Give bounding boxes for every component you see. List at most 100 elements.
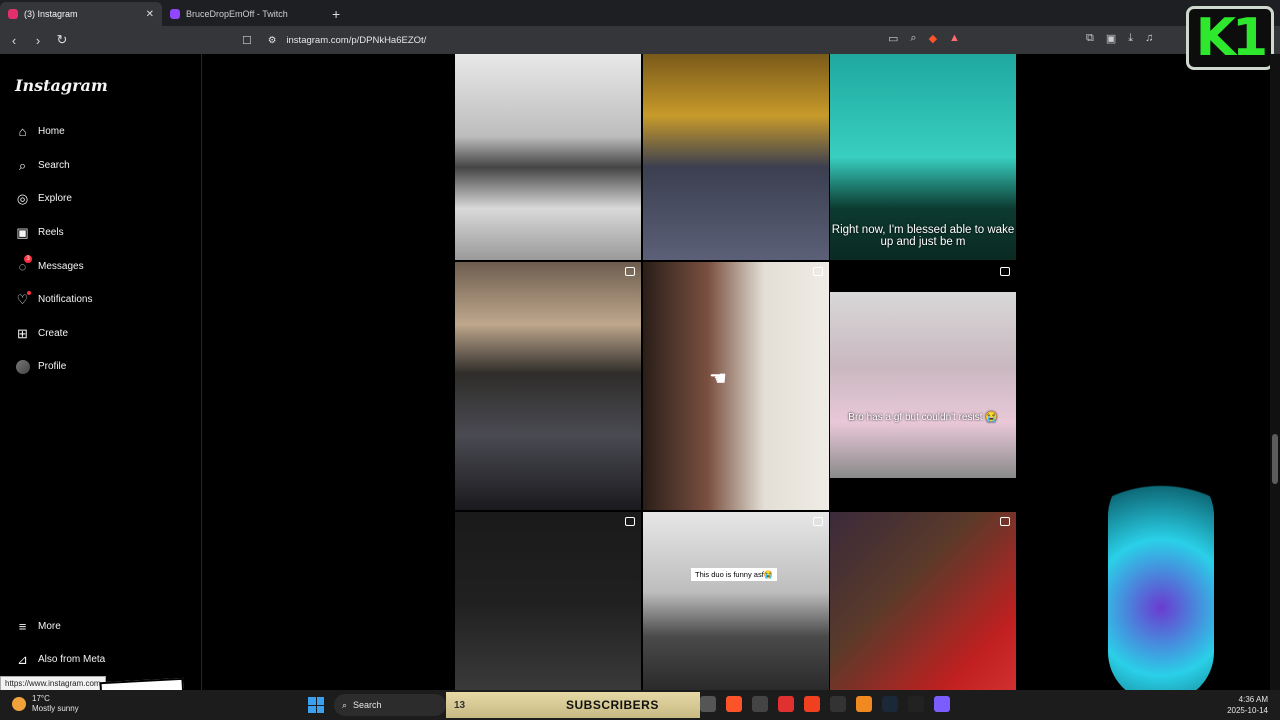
post-thumbnail[interactable]	[455, 512, 641, 690]
sidebar-item-label: Notifications	[38, 294, 93, 305]
subscriber-goal-overlay: 13 SUBSCRIBERS	[446, 692, 700, 718]
tab-twitch[interactable]: BruceDropEmOff - Twitch	[162, 2, 324, 26]
reel-icon	[1000, 267, 1010, 276]
subscriber-count: 13	[454, 699, 466, 711]
windows-start-icon[interactable]	[308, 697, 324, 713]
sidebar-item-notifications[interactable]: ♡ Notifications	[15, 291, 93, 307]
channel-logo-overlay: K1	[1186, 6, 1274, 70]
avatar	[15, 359, 30, 374]
subscribers-label: SUBSCRIBERS	[566, 698, 659, 712]
sidebar-item-label: Explore	[38, 193, 72, 204]
post-thumbnail[interactable]	[643, 54, 829, 260]
reel-icon	[813, 267, 823, 276]
home-icon: ⌂	[18, 124, 27, 139]
sidebar-item-explore[interactable]: ◎ Explore	[15, 191, 72, 206]
app-icon[interactable]	[830, 696, 846, 712]
notification-dot	[27, 291, 31, 295]
sidebar-item-label: Home	[38, 126, 65, 137]
reel-icon	[625, 517, 635, 526]
tab-instagram[interactable]: (3) Instagram ✕	[0, 2, 162, 26]
download-icon[interactable]: ⤓	[1128, 32, 1133, 45]
media-icon[interactable]: ♫	[1145, 32, 1153, 45]
menu-icon: ≡	[18, 619, 27, 634]
sidebar-item-reels[interactable]: ▣ Reels	[15, 225, 63, 240]
streamer-avatar-overlay	[1108, 466, 1214, 702]
sidebar-item-label: Profile	[38, 361, 67, 372]
sidebar-item-label: Messages	[38, 261, 84, 272]
twitch-favicon-icon	[170, 9, 180, 19]
bookmark-icon[interactable]: ☐	[242, 34, 252, 47]
url-text: instagram.com/p/DPNkHa6EZOt/	[286, 34, 427, 46]
app-icon[interactable]	[908, 696, 924, 712]
post-thumbnail[interactable]: Right now, I'm blessed able to wake up a…	[830, 54, 1016, 260]
clock-date: 2025-10-14	[1227, 706, 1268, 715]
sidebar-item-label: Also from Meta	[38, 654, 106, 665]
sidebar-item-messages[interactable]: ◌ 3 Messages	[15, 255, 84, 274]
sidebar-item-meta[interactable]: ⊿ Also from Meta	[15, 652, 105, 667]
post-thumbnail[interactable]	[455, 54, 641, 260]
cast-icon[interactable]: ▭	[888, 32, 898, 45]
browser-tab-strip: (3) Instagram ✕ BruceDropEmOff - Twitch …	[0, 0, 1280, 26]
post-media	[830, 292, 1016, 478]
close-tab-icon[interactable]: ✕	[146, 9, 154, 20]
address-bar[interactable]: ⚙ instagram.com/p/DPNkHa6EZOt/	[268, 35, 426, 46]
sidebar-item-create[interactable]: ⊞ Create	[15, 326, 68, 341]
messenger-icon: ◌ 3	[15, 255, 32, 274]
profile-post-grid: Right now, I'm blessed able to wake up a…	[455, 54, 1017, 690]
brave-shield-icon[interactable]: ◆	[929, 32, 937, 45]
app-icon[interactable]	[700, 696, 716, 712]
app-icon[interactable]	[752, 696, 768, 712]
weather-temp: 17°C	[32, 694, 50, 703]
post-thumbnail[interactable]: Bro has a gf but couldn't resist 😭	[830, 262, 1016, 510]
weather-desc: Mostly sunny	[32, 704, 79, 713]
post-thumbnail[interactable]: This duo is funny asf😭	[643, 512, 829, 690]
brave-icon[interactable]	[726, 696, 742, 712]
search-icon: ⌕	[18, 157, 27, 173]
app-icon[interactable]	[856, 696, 872, 712]
reel-icon	[625, 267, 635, 276]
taskbar-search[interactable]: ⌕ Search	[334, 694, 446, 716]
sidebar-item-label: Create	[38, 328, 69, 339]
reel-icon	[813, 517, 823, 526]
weather-widget[interactable]: 17°C Mostly sunny	[12, 694, 79, 714]
page-scrollbar[interactable]	[1270, 54, 1280, 690]
extensions-icon[interactable]: ⧉	[1086, 32, 1094, 45]
scrollbar-thumb[interactable]	[1272, 434, 1278, 484]
post-thumbnail[interactable]	[830, 512, 1016, 690]
tab-title: BruceDropEmOff - Twitch	[186, 9, 288, 19]
taskbar-pinned-apps	[700, 696, 950, 712]
new-tab-button[interactable]: +	[324, 6, 348, 26]
messages-badge: 3	[24, 255, 32, 263]
meta-icon: ⊿	[17, 651, 28, 667]
heart-icon: ♡	[15, 291, 31, 307]
rewards-icon[interactable]: ▲	[949, 32, 960, 45]
instagram-sidebar: Instagram ⌂ Home ⌕ Search ◎ Explore ▣ Re…	[0, 54, 202, 690]
tab-title: (3) Instagram	[24, 9, 78, 19]
system-clock[interactable]: 4:36 AM 2025-10-14	[1210, 694, 1268, 716]
reload-icon[interactable]: ↻	[52, 32, 72, 48]
instagram-logo[interactable]: Instagram	[15, 76, 108, 95]
sidebar-item-more[interactable]: ≡ More	[15, 619, 61, 634]
forward-icon[interactable]: ›	[28, 33, 48, 48]
back-icon[interactable]: ‹	[4, 33, 24, 48]
steam-icon[interactable]	[882, 696, 898, 712]
hand-cursor-icon: ☚	[709, 368, 727, 390]
instagram-favicon-icon	[8, 9, 18, 19]
sidebar-icon[interactable]: ▣	[1106, 32, 1116, 45]
sidebar-item-search[interactable]: ⌕ Search	[15, 158, 70, 173]
browser-toolbar: ‹ › ↻ ☐ ⚙ instagram.com/p/DPNkHa6EZOt/ ▭…	[0, 26, 1280, 54]
sidebar-item-profile[interactable]: Profile	[15, 359, 66, 374]
post-thumbnail[interactable]: ☚	[643, 262, 829, 510]
taskbar-search-label: Search	[353, 700, 382, 710]
app-icon[interactable]	[804, 696, 820, 712]
post-thumbnail[interactable]	[455, 262, 641, 510]
sidebar-item-label: Search	[38, 160, 70, 171]
compass-icon: ◎	[16, 190, 29, 206]
zoom-icon[interactable]: ⌕	[910, 32, 916, 45]
search-icon: ⌕	[342, 699, 348, 710]
discord-icon[interactable]	[934, 696, 950, 712]
sidebar-item-home[interactable]: ⌂ Home	[15, 124, 65, 139]
post-caption: Bro has a gf but couldn't resist 😭	[848, 412, 998, 423]
app-icon[interactable]	[778, 696, 794, 712]
site-settings-icon[interactable]: ⚙	[268, 35, 277, 46]
